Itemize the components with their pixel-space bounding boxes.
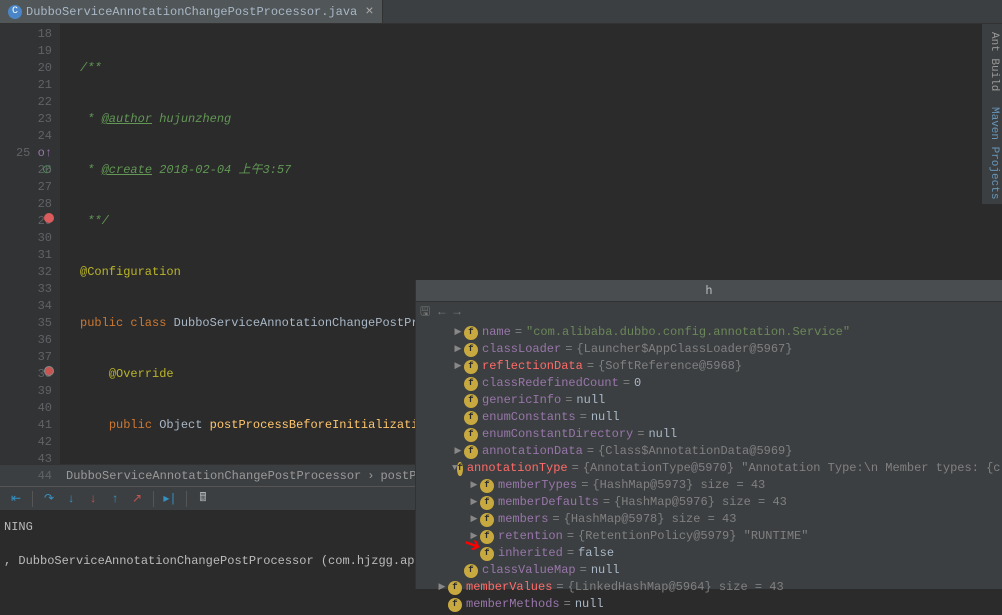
field-icon: f [480,513,494,527]
show-execution-icon[interactable]: ⇤ [8,491,24,507]
step-into-icon[interactable]: ↓ [63,491,79,507]
variable-row[interactable]: fclassRedefinedCount = 0 [420,375,998,392]
nav-back-icon[interactable]: ← [438,305,445,319]
variables-panel: h 🖫 ← → ▶fname = "com.alibaba.dubbo.conf… [415,280,1002,589]
new-watch-icon[interactable]: 🖫 [420,302,430,323]
step-over-icon[interactable]: ↷ [41,491,57,507]
variable-row[interactable]: fmemberMethods = null [420,596,998,613]
class-icon: C [8,5,22,19]
breakpoint-icon[interactable] [44,213,54,223]
field-icon: f [464,326,478,340]
field-icon: f [464,445,478,459]
variable-row[interactable]: ▶fmemberDefaults = {HashMap@5976} size =… [420,494,998,511]
variable-row[interactable]: fgenericInfo = null [420,392,998,409]
variable-row[interactable]: fenumConstants = null [420,409,998,426]
force-step-into-icon[interactable]: ↓ [85,491,101,507]
variable-row[interactable]: ▶fclassLoader = {Launcher$AppClassLoader… [420,341,998,358]
breakpoint-icon[interactable] [44,366,54,376]
field-icon: f [448,581,462,595]
variable-row[interactable]: fenumConstantDirectory = null [420,426,998,443]
field-icon: f [464,394,478,408]
evaluate-icon[interactable]: 🖩 [195,491,211,507]
field-icon: f [464,360,478,374]
field-icon: f [464,377,478,391]
variables-title: h [416,280,1002,302]
variable-row[interactable]: ▶fmemberTypes = {HashMap@5973} size = 43 [420,477,998,494]
nav-fwd-icon[interactable]: → [453,305,460,319]
field-icon: f [464,343,478,357]
variable-row[interactable]: ▶freflectionData = {SoftReference@5968} [420,358,998,375]
variables-tree[interactable]: ▶fname = "com.alibaba.dubbo.config.annot… [416,322,1002,615]
variables-toolbar: 🖫 ← → [416,302,1002,322]
variable-row[interactable]: fclassValueMap = null [420,562,998,579]
breadcrumb-class[interactable]: DubboServiceAnnotationChangePostProcesso… [60,469,367,483]
step-out-icon[interactable]: ↑ [107,491,123,507]
editor-tab-bar: C DubboServiceAnnotationChangePostProces… [0,0,1002,24]
variable-row[interactable]: ▶fmembers = {HashMap@5978} size = 43 [420,511,998,528]
run-to-cursor-icon[interactable]: ▸| [162,491,178,507]
field-icon: f [464,428,478,442]
variable-row[interactable]: ▶fmemberValues = {LinkedHashMap@5964} si… [420,579,998,596]
variable-row[interactable]: ▶fretention = {RetentionPolicy@5979} "RU… [420,528,998,545]
line-gutter[interactable]: 18192021 222324 25 ο↑ ⊙ 262728 29303132 … [0,24,60,464]
drop-frame-icon[interactable]: ↗ [129,491,145,507]
variable-row[interactable]: finherited = false [420,545,998,562]
variable-row[interactable]: ▼fannotationType = {AnnotationType@5970}… [420,460,998,477]
variable-row[interactable]: ▶fannotationData = {Class$AnnotationData… [420,443,998,460]
file-tab[interactable]: C DubboServiceAnnotationChangePostProces… [0,0,383,23]
field-icon: f [448,598,462,612]
field-icon: f [464,564,478,578]
field-icon: f [480,547,494,561]
field-icon: f [480,479,494,493]
field-icon: f [480,496,494,510]
field-icon: f [464,411,478,425]
close-icon[interactable]: × [365,4,373,20]
field-icon: f [457,462,462,476]
tab-filename: DubboServiceAnnotationChangePostProcesso… [26,5,357,19]
variable-row[interactable]: ▶fname = "com.alibaba.dubbo.config.annot… [420,324,998,341]
